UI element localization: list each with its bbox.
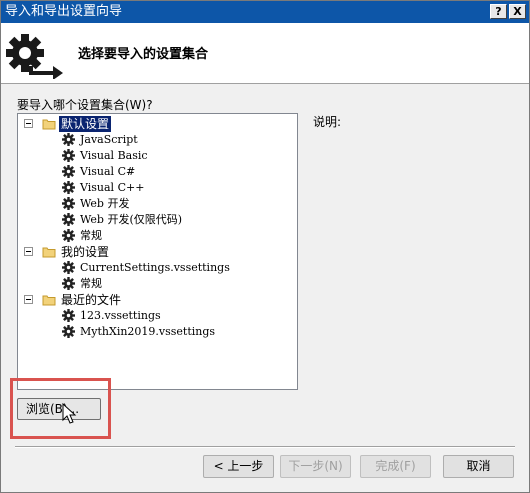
tree-item[interactable]: JavaScript <box>18 132 297 148</box>
gear-icon <box>62 197 75 210</box>
tree-item[interactable]: Visual Basic <box>18 148 297 164</box>
cancel-button[interactable]: 取消 <box>443 455 514 478</box>
window-title: 导入和导出设置向导 <box>5 4 123 19</box>
tree-item[interactable]: MythXin2019.vssettings <box>18 324 297 340</box>
tree-category[interactable]: 我的设置 <box>18 244 297 260</box>
collapse-toggle[interactable] <box>24 247 33 256</box>
footer-divider <box>15 446 515 448</box>
tree-item-label: 常规 <box>80 277 102 290</box>
gear-icon <box>62 213 75 226</box>
gear-icon <box>62 133 75 146</box>
tree-item-label: Web 开发(仅限代码) <box>80 213 183 226</box>
title-bar[interactable]: 导入和导出设置向导 ? X <box>1 1 529 23</box>
close-button[interactable]: X <box>509 4 526 19</box>
tree-item-label: CurrentSettings.vssettings <box>80 261 230 274</box>
description-label: 说明: <box>313 115 342 129</box>
tree-item[interactable]: Visual C# <box>18 164 297 180</box>
tree-category-label: 默认设置 <box>59 116 112 132</box>
tree-item-label: Visual Basic <box>80 149 148 162</box>
collapse-toggle[interactable] <box>24 119 33 128</box>
gear-icon <box>62 309 75 322</box>
tree-item[interactable]: Visual C++ <box>18 180 297 196</box>
tree-item[interactable]: CurrentSettings.vssettings <box>18 260 297 276</box>
tree-item-label: 123.vssettings <box>80 309 161 322</box>
tree-item[interactable]: Web 开发(仅限代码) <box>18 212 297 228</box>
wizard-header: 选择要导入的设置集合 <box>1 23 529 84</box>
tree-item-label: Visual C++ <box>80 181 145 194</box>
gear-icon <box>62 165 75 178</box>
folder-icon <box>42 247 56 258</box>
header-title: 选择要导入的设置集合 <box>78 47 209 62</box>
folder-icon <box>42 119 56 130</box>
tree-item-label: JavaScript <box>80 133 138 146</box>
help-button[interactable]: ? <box>490 4 507 19</box>
import-export-settings-wizard: 导入和导出设置向导 ? X 选择要导入的设置集合 要导入哪个设置集合(W)? 说… <box>0 0 530 493</box>
collapse-toggle[interactable] <box>24 295 33 304</box>
next-button[interactable]: 下一步(N) <box>280 455 351 478</box>
tree-category-label: 我的设置 <box>61 245 110 259</box>
gear-icon <box>62 149 75 162</box>
finish-button[interactable]: 完成(F) <box>360 455 431 478</box>
tree-category[interactable]: 默认设置 <box>18 116 297 132</box>
tree-item-label: Visual C# <box>80 165 136 178</box>
tree-item-label: 常规 <box>80 229 102 242</box>
tree-item-label: Web 开发 <box>80 197 130 210</box>
settings-tree[interactable]: 默认设置 JavaScript Visual Basic Visual C# Visua… <box>17 113 298 390</box>
settings-collection-prompt: 要导入哪个设置集合(W)? <box>17 98 153 112</box>
tree-category[interactable]: 最近的文件 <box>18 292 297 308</box>
back-button[interactable]: < 上一步 <box>203 455 274 478</box>
tree-item-label: MythXin2019.vssettings <box>80 325 216 338</box>
gear-icon <box>62 181 75 194</box>
tree-item[interactable]: 123.vssettings <box>18 308 297 324</box>
mouse-cursor-icon <box>62 403 77 424</box>
gear-icon <box>62 277 75 290</box>
tree-item[interactable]: 常规 <box>18 228 297 244</box>
tree-category-label: 最近的文件 <box>61 293 122 307</box>
tree-item[interactable]: Web 开发 <box>18 196 297 212</box>
gear-icon <box>62 229 75 242</box>
highlight-box <box>10 378 111 439</box>
folder-icon <box>42 295 56 306</box>
gear-arrow-icon <box>6 34 63 79</box>
gear-icon <box>62 261 75 274</box>
gear-icon <box>62 325 75 338</box>
tree-item[interactable]: 常规 <box>18 276 297 292</box>
